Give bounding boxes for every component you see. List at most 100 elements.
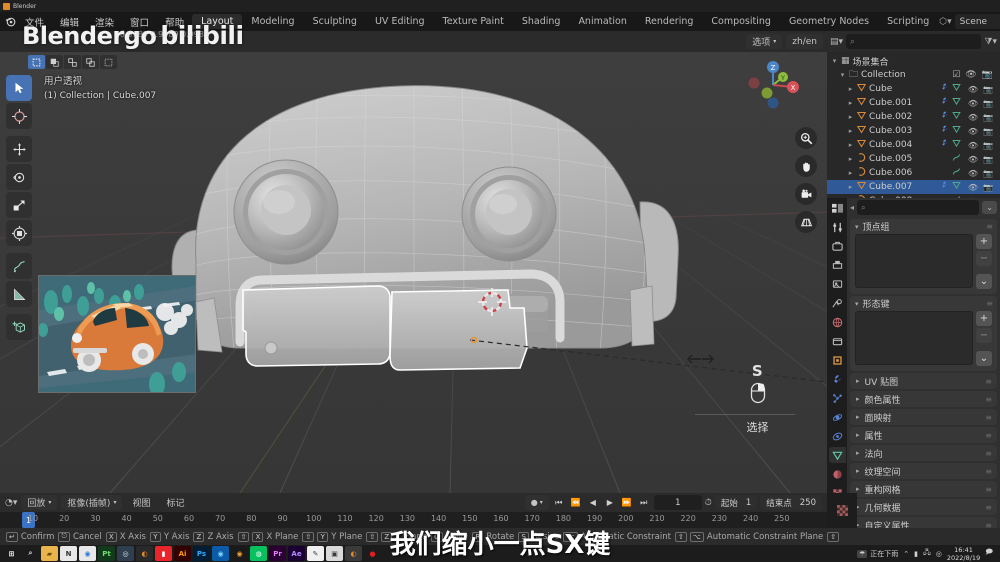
- measure-tool-button[interactable]: [6, 281, 32, 307]
- search-icon[interactable]: ⌕: [22, 546, 39, 561]
- scene-browse-icon[interactable]: ⬡▾: [938, 14, 952, 29]
- premiere-icon[interactable]: Pr: [269, 546, 286, 561]
- chrome-icon[interactable]: ◉: [79, 546, 96, 561]
- outliner-object-row[interactable]: ▸ Cube.002 👁 📷: [827, 110, 1000, 124]
- object-tab[interactable]: [829, 352, 846, 368]
- blender-icon[interactable]: ◐: [136, 546, 153, 561]
- select-lasso-icon[interactable]: [100, 55, 117, 69]
- panel-menu-button[interactable]: ⌄: [976, 274, 992, 289]
- object-data-icon[interactable]: [952, 167, 961, 179]
- language-toggle-button[interactable]: zh/en: [786, 34, 823, 49]
- menu-help[interactable]: 帮助: [157, 13, 192, 31]
- aftereffects-icon[interactable]: Ae: [288, 546, 305, 561]
- navigation-gizmo[interactable]: Z Y X: [745, 57, 801, 113]
- eye-icon[interactable]: 👁: [968, 127, 978, 136]
- properties-panel-collapsed[interactable]: ▸ 几何数据 ≡: [850, 499, 997, 515]
- menu-render[interactable]: 渲染: [87, 13, 122, 31]
- blender2-icon[interactable]: ◐: [345, 546, 362, 561]
- physics-tab[interactable]: [829, 409, 846, 425]
- properties-panel-collapsed[interactable]: ▸ 属性 ≡: [850, 427, 997, 443]
- outliner-row-toggles[interactable]: 👁📷: [968, 127, 997, 136]
- modifier-tab[interactable]: [829, 371, 846, 387]
- render-tab[interactable]: [829, 238, 846, 254]
- tool-tab[interactable]: [829, 219, 846, 235]
- eye-icon[interactable]: 👁: [968, 183, 978, 192]
- notifications-icon[interactable]: 🗩: [985, 548, 993, 559]
- tab-animation[interactable]: Animation: [569, 14, 635, 29]
- tab-scripting[interactable]: Scripting: [878, 14, 938, 29]
- outliner-collection-row[interactable]: ▾ 🗀 Collection ☑ 👁 📷: [827, 68, 1000, 82]
- eye-icon[interactable]: 👁: [968, 155, 978, 164]
- properties-search-input[interactable]: ⌕: [857, 200, 980, 215]
- pt-icon[interactable]: Pt: [98, 546, 115, 561]
- timeline-editor-type-icon[interactable]: ◔▾: [5, 498, 17, 508]
- select-intersect-icon[interactable]: [82, 55, 99, 69]
- modifier-icon[interactable]: [940, 181, 949, 193]
- eye-icon[interactable]: 👁: [968, 141, 978, 150]
- properties-panel-collapsed[interactable]: ▸ 面映射 ≡: [850, 409, 997, 425]
- outliner-object-row[interactable]: ▸ Cube.007 👁 📷: [827, 180, 1000, 194]
- play-button[interactable]: ▶: [603, 495, 617, 510]
- camera-icon[interactable]: 📷: [983, 127, 993, 136]
- tab-shading[interactable]: Shading: [513, 14, 570, 29]
- menu-window[interactable]: 窗口: [122, 13, 157, 31]
- end-frame-field[interactable]: 结束点 250: [760, 495, 822, 510]
- properties-panel-collapsed[interactable]: ▸ 颜色属性 ≡: [850, 391, 997, 407]
- prev-keyframe-button[interactable]: ⏪: [569, 495, 583, 510]
- camera-icon[interactable]: 📷: [983, 113, 993, 122]
- expand-icon[interactable]: ▸: [847, 169, 854, 177]
- object-data-icon[interactable]: [952, 111, 961, 123]
- move-tool-button[interactable]: [6, 136, 32, 162]
- outliner-editor[interactable]: ▤▾ ⌕ ⧩▾ ▾ ▦ 场景集合 ▾ 🗀 Collection ☑ 👁 📷 ▸ …: [827, 31, 1000, 198]
- object-data-icon[interactable]: [952, 125, 961, 137]
- camera-icon[interactable]: 📷: [983, 183, 993, 192]
- constraints-tab[interactable]: [829, 428, 846, 444]
- collection-toggles[interactable]: ☑ 👁 📷: [952, 70, 997, 80]
- menu-file[interactable]: 文件: [17, 13, 52, 31]
- object-data-icon[interactable]: [952, 139, 961, 151]
- object-data-icon[interactable]: [952, 97, 961, 109]
- panel-header[interactable]: ▾ 顶点组 ≡: [850, 219, 997, 234]
- auto-keying-toggle[interactable]: ● ▾: [524, 495, 549, 510]
- start-frame-field[interactable]: 起始 1: [714, 495, 758, 510]
- panel-header[interactable]: ▾ 形态键 ≡: [850, 296, 997, 311]
- clock-widget[interactable]: 16:41 2022/8/19: [947, 546, 980, 562]
- viewport-options-dropdown[interactable]: 选项 ▾: [746, 34, 783, 49]
- camera-icon[interactable]: 📷: [983, 85, 993, 94]
- screenshot-icon[interactable]: ▣: [326, 546, 343, 561]
- properties-panel-collapsed[interactable]: ▸ UV 贴图 ≡: [850, 373, 997, 389]
- tab-rendering[interactable]: Rendering: [636, 14, 703, 29]
- world-tab[interactable]: [829, 314, 846, 330]
- modifier-icon[interactable]: [940, 139, 949, 151]
- outliner-row-toggles[interactable]: 👁📷: [968, 99, 997, 108]
- remove-button[interactable]: −: [976, 251, 992, 266]
- recorder-icon[interactable]: ▮: [155, 546, 172, 561]
- outliner-object-row[interactable]: ▸ Cube.004 👁 📷: [827, 138, 1000, 152]
- quicklook-icon[interactable]: ◎: [117, 546, 134, 561]
- perspective-icon[interactable]: [795, 211, 817, 233]
- next-keyframe-button[interactable]: ⏩: [620, 495, 634, 510]
- camera-icon[interactable]: 📷: [983, 169, 993, 178]
- file-explorer-icon[interactable]: ▰: [41, 546, 58, 561]
- notepad-icon[interactable]: N: [60, 546, 77, 561]
- panel-listbox[interactable]: [855, 234, 973, 288]
- material-tab[interactable]: [829, 466, 846, 482]
- object-data-icon[interactable]: [952, 153, 961, 165]
- annotate-tool-button[interactable]: [6, 253, 32, 279]
- camera-icon[interactable]: 📷: [983, 155, 993, 164]
- scene-name-field[interactable]: Scene: [954, 14, 1000, 29]
- timeline-editor[interactable]: ◔▾ 回放 ▾ 抠像(插帧) ▾ 视图 标记 ● ▾ ⏮ ⏪ ◀ ▶ ⏩ ⏭ 1 ⏱ …: [0, 493, 827, 528]
- outliner-object-row[interactable]: ▸ Cube.003 👁 📷: [827, 124, 1000, 138]
- playback-dropdown[interactable]: 回放 ▾: [21, 495, 58, 510]
- tweak-tool-button[interactable]: [6, 75, 32, 101]
- outliner-editor-type-icon[interactable]: ▤▾: [830, 37, 843, 47]
- select-box-icon[interactable]: [28, 55, 45, 69]
- add-button[interactable]: +: [976, 311, 992, 326]
- eye-icon[interactable]: 👁: [968, 113, 978, 122]
- viewlayer-tab[interactable]: [829, 276, 846, 292]
- properties-panel-collapsed[interactable]: ▸ 重构网格 ≡: [850, 481, 997, 497]
- scale-tool-button[interactable]: [6, 192, 32, 218]
- tab-geometry-nodes[interactable]: Geometry Nodes: [780, 14, 878, 29]
- outliner-row-toggles[interactable]: 👁📷: [968, 155, 997, 164]
- illustrator-icon[interactable]: Ai: [174, 546, 191, 561]
